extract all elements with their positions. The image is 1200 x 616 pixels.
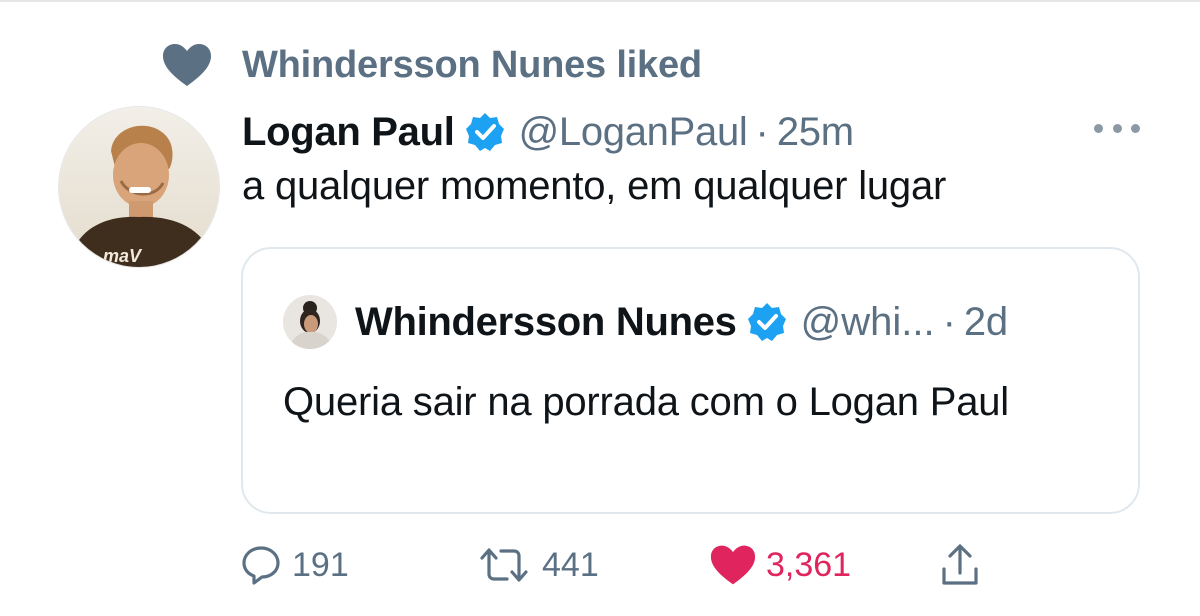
heart-icon bbox=[710, 545, 756, 585]
quoted-tweet-text: Queria sair na porrada com o Logan Paul bbox=[283, 380, 1009, 424]
quoted-display-name: Whindersson Nunes bbox=[355, 299, 737, 344]
verified-badge-icon bbox=[465, 113, 504, 151]
more-dot bbox=[1131, 123, 1140, 133]
share-button[interactable] bbox=[940, 540, 980, 590]
tweet-header: Logan Paul @LoganPaul · 25m bbox=[242, 104, 854, 160]
avatar-logo-text: maV bbox=[103, 246, 143, 266]
timestamp[interactable]: 25m bbox=[777, 110, 854, 155]
social-context: Whindersson Nunes liked bbox=[162, 40, 702, 90]
quoted-avatar bbox=[283, 295, 337, 349]
reply-count: 191 bbox=[292, 545, 349, 584]
like-count: 3,361 bbox=[766, 545, 852, 584]
display-name[interactable]: Logan Paul bbox=[242, 110, 455, 155]
like-button[interactable]: 3,361 bbox=[710, 540, 851, 590]
retweet-count: 441 bbox=[542, 545, 599, 584]
quoted-handle: @whi... bbox=[800, 299, 935, 344]
retweet-icon bbox=[480, 548, 528, 582]
retweet-button[interactable]: 441 bbox=[476, 540, 599, 590]
share-icon bbox=[942, 544, 978, 585]
quoted-tweet-card[interactable]: Whindersson Nunes @whi... · 2d Queria sa… bbox=[241, 247, 1140, 514]
more-options-icon[interactable] bbox=[1094, 116, 1140, 140]
social-context-label: Whindersson Nunes liked bbox=[242, 43, 702, 86]
reply-icon bbox=[242, 546, 280, 585]
handle[interactable]: @LoganPaul bbox=[519, 110, 748, 155]
separator-dot: · bbox=[942, 299, 956, 344]
quoted-tweet-header: Whindersson Nunes @whi... · 2d bbox=[283, 293, 1008, 351]
heart-icon bbox=[163, 44, 211, 86]
reply-button[interactable]: 191 bbox=[240, 540, 349, 590]
more-dot bbox=[1112, 123, 1122, 133]
top-divider bbox=[0, 0, 1200, 2]
separator-dot: · bbox=[755, 109, 769, 154]
quoted-timestamp: 2d bbox=[963, 299, 1008, 344]
avatar[interactable]: maV bbox=[58, 106, 220, 268]
tweet-text: a qualquer momento, em qualquer lugar bbox=[242, 164, 947, 208]
action-bar: 191 441 3,361 bbox=[240, 540, 1000, 590]
verified-badge-icon bbox=[747, 303, 786, 341]
more-dot bbox=[1094, 123, 1103, 133]
